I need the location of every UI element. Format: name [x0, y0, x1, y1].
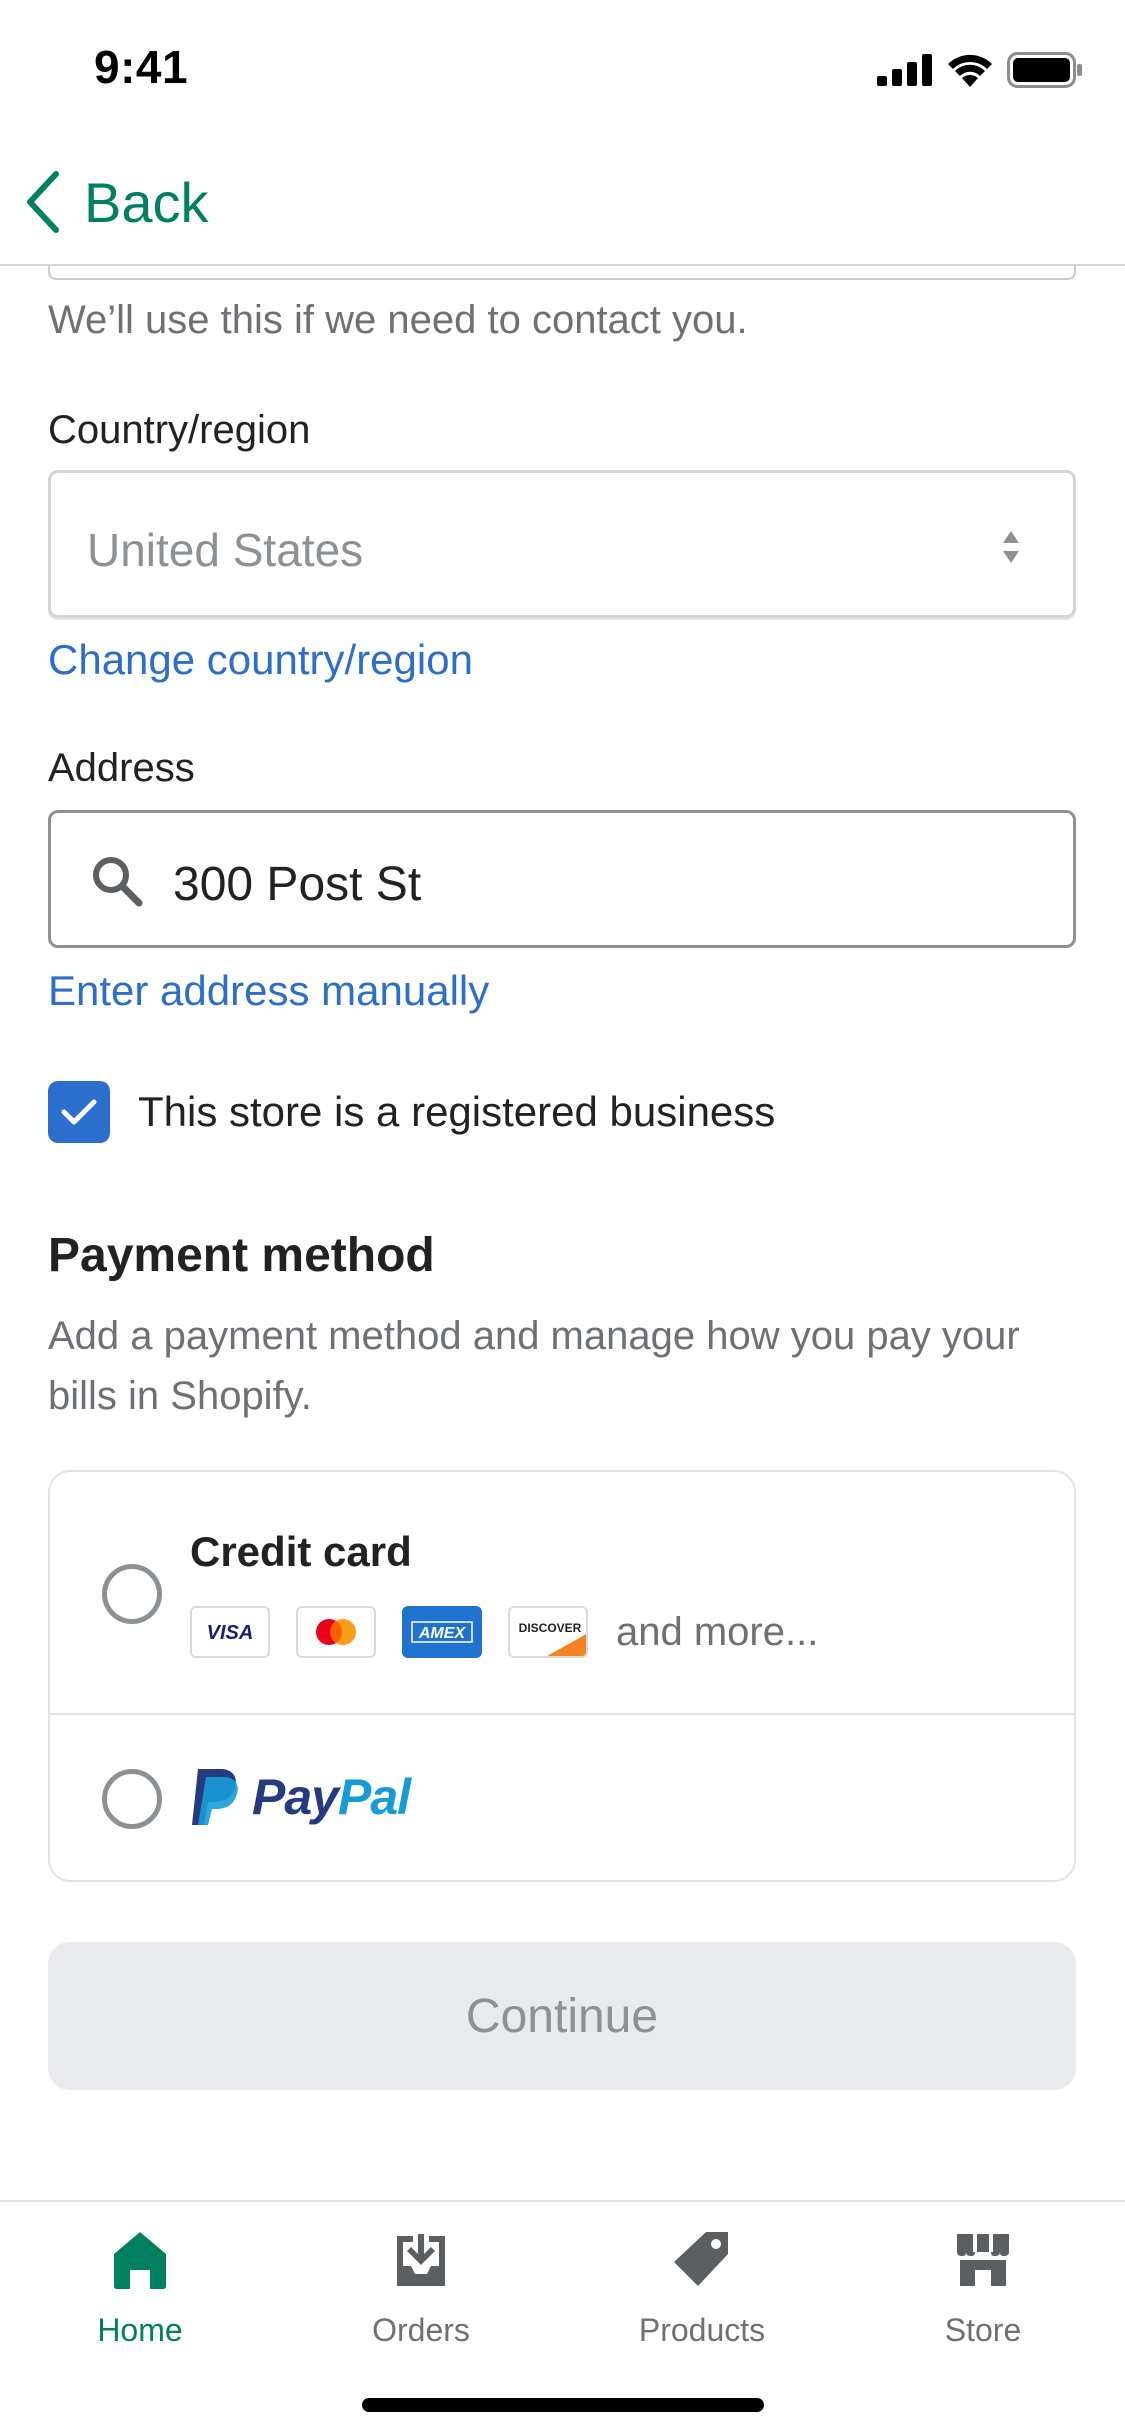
tab-home-label: Home: [97, 2312, 183, 2348]
store-icon: [957, 2234, 1009, 2286]
change-country-link[interactable]: Change country/region: [48, 636, 473, 684]
continue-button[interactable]: Continue: [48, 1942, 1076, 2090]
orders-icon: [397, 2234, 445, 2286]
credit-card-label: Credit card: [190, 1528, 412, 1575]
select-arrows-icon: [1003, 531, 1019, 563]
paypal-pay-text: Pay: [252, 1769, 339, 1825]
payment-method-description: Add a payment method and manage how you …: [48, 1314, 1020, 1418]
paypal-radio[interactable]: [102, 1769, 162, 1829]
credit-card-radio[interactable]: [102, 1564, 162, 1624]
tab-products-label: Products: [638, 2312, 766, 2348]
contact-help-text: We’ll use this if we need to contact you…: [48, 298, 748, 342]
visa-logo-icon: VISA: [190, 1606, 270, 1658]
payment-method-title: Payment method: [48, 1229, 435, 1282]
address-label: Address: [48, 746, 195, 790]
tab-home[interactable]: Home: [20, 2228, 260, 2378]
card-logos: VISA AMEX DISCOVER and more...: [190, 1606, 818, 1658]
country-select[interactable]: United States: [48, 470, 1076, 618]
status-time: 9:41: [94, 41, 189, 93]
checkmark-icon: [61, 1099, 97, 1125]
amex-logo-icon: AMEX: [402, 1606, 482, 1658]
svg-text:AMEX: AMEX: [418, 1625, 467, 1642]
and-more-text: and more...: [616, 1609, 819, 1654]
registered-business-checkbox[interactable]: This store is a registered business: [48, 1081, 776, 1143]
navigation-bar: Back: [0, 140, 1125, 266]
tab-store[interactable]: Store: [863, 2228, 1103, 2378]
paypal-logo: PayPal: [190, 1765, 411, 1829]
address-input-value: 300 Post St: [173, 858, 422, 911]
tab-store-label: Store: [944, 2312, 1022, 2348]
enter-address-manually-link[interactable]: Enter address manually: [48, 967, 489, 1015]
svg-text:DISCOVER: DISCOVER: [519, 1621, 582, 1635]
tag-icon: [674, 2232, 728, 2286]
battery-icon: [1007, 52, 1082, 88]
discover-logo-icon: DISCOVER: [508, 1606, 588, 1658]
paypal-wordmark: PayPal: [252, 1768, 411, 1826]
paypal-p-icon: [192, 1769, 238, 1825]
paypal-pal-text: Pal: [337, 1769, 411, 1825]
mastercard-logo-icon: [296, 1606, 376, 1658]
home-icon: [114, 2232, 166, 2289]
tab-orders[interactable]: Orders: [301, 2228, 541, 2378]
country-select-value: United States: [87, 524, 364, 576]
home-indicator[interactable]: [362, 2398, 764, 2412]
status-icons: [877, 50, 1083, 90]
tab-products[interactable]: Products: [582, 2228, 822, 2378]
address-search-input[interactable]: 300 Post St: [48, 810, 1076, 948]
country-label: Country/region: [48, 408, 311, 452]
bottom-tab-bar: Home Orders Products Store: [0, 2200, 1125, 2436]
chevron-left-icon: [27, 171, 59, 233]
svg-text:VISA: VISA: [207, 1622, 254, 1644]
back-button[interactable]: Back: [24, 162, 209, 242]
back-label: Back: [84, 170, 209, 234]
tab-orders-label: Orders: [372, 2312, 470, 2348]
checkbox-checked[interactable]: [48, 1081, 110, 1143]
status-bar: 9:41: [0, 0, 1125, 140]
cellular-signal-icon: [877, 54, 932, 86]
registered-business-label: This store is a registered business: [138, 1088, 776, 1135]
paypal-option[interactable]: PayPal: [50, 1715, 1074, 1880]
wifi-icon: [948, 54, 992, 87]
search-icon: [93, 857, 143, 907]
payment-options-card: Credit card VISA AMEX DISCOVER and more.…: [48, 1470, 1076, 1882]
credit-card-option[interactable]: Credit card VISA AMEX DISCOVER and more.…: [50, 1472, 1074, 1715]
